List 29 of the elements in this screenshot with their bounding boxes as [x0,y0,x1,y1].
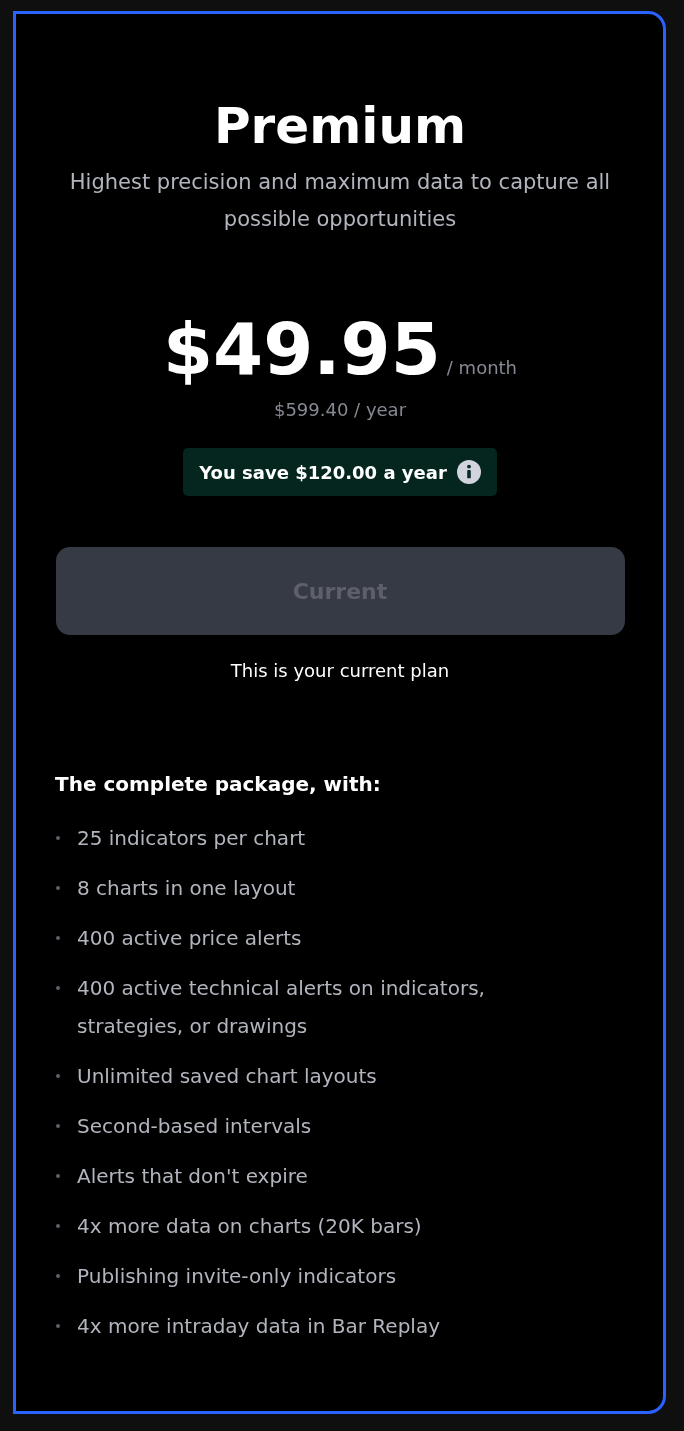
bullet-icon [56,936,60,940]
feature-text: 25 indicators per chart [77,825,307,852]
feature-text: Alerts that don't expire [77,1163,309,1190]
feature-text: 4x more data on charts (20K bars) [77,1213,423,1240]
savings-text: You save $120.00 a year [199,461,447,483]
bullet-icon [56,1274,60,1278]
feature-text: Second-based intervals [77,1113,313,1140]
bullet-icon [56,1224,60,1228]
current-plan-note: This is your current plan [230,659,450,683]
feature-text: Unlimited saved chart layouts [77,1063,378,1090]
bullet-icon [56,836,60,840]
feature-text: 8 charts in one layout [77,875,297,902]
feature-text: Publishing invite-only indicators [77,1263,398,1290]
price-period: / month [446,357,518,378]
bullet-icon [56,986,60,990]
bullet-icon [56,886,60,890]
bullet-icon [56,1074,60,1078]
feature-text: 4x more intraday data in Bar Replay [77,1313,441,1340]
plan-title: Premium [213,96,467,157]
bullet-icon [56,1124,60,1128]
bullet-icon [56,1174,60,1178]
info-icon[interactable] [456,460,481,484]
feature-text: 400 active price alerts [77,925,303,952]
features-heading: The complete package, with: [55,771,382,797]
monthly-price: $49.95 [162,308,441,390]
bullet-icon [56,1324,60,1328]
yearly-price: $599.40 / year [273,398,407,422]
feature-text: 400 active technical alerts on indicators, strategies, or drawings [77,975,486,1040]
plan-description: Highest precision and maximum data to capture all possible opportunities [68,169,612,233]
